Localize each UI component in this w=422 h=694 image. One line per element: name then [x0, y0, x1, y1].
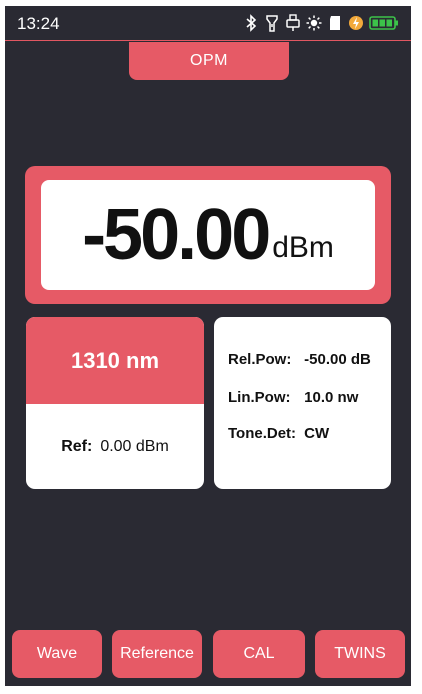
power-value: -50.00	[82, 195, 271, 275]
wavelength-panel[interactable]: 1310 nm Ref: 0.00 dBm	[26, 317, 204, 489]
tone-det-label: Tone.Det:	[228, 425, 297, 442]
rel-pow-value: -50.00 dB	[304, 351, 371, 368]
reference-readout: Ref: 0.00 dBm	[26, 404, 204, 489]
flashlight-icon	[266, 15, 278, 32]
rel-pow-label: Rel.Pow:	[228, 351, 292, 368]
sd-card-icon	[330, 16, 340, 30]
cal-button[interactable]: CAL	[213, 630, 305, 678]
wavelength-value: 1310 nm	[26, 317, 204, 404]
sun-icon	[306, 15, 322, 31]
lin-pow-value: 10.0 nw	[304, 389, 359, 406]
tab-opm[interactable]: OPM	[129, 42, 289, 80]
measurement-info-panel: Rel.Pow: -50.00 dB Lin.Pow: 10.0 nw Tone…	[214, 317, 391, 489]
device-screen: 13:24 OPM -50.00 dBm 1310 nm Ref: 0.00 d…	[5, 6, 411, 686]
reference-value: 0.00 dBm	[100, 437, 169, 455]
bluetooth-icon	[246, 14, 257, 32]
reference-label: Ref:	[61, 437, 93, 455]
lin-pow-label: Lin.Pow:	[228, 389, 291, 406]
battery-icon	[369, 16, 398, 30]
twins-button[interactable]: TWINS	[315, 630, 405, 678]
status-bar: 13:24	[5, 6, 411, 41]
lin-pow-row: Lin.Pow: 10.0 nw	[228, 389, 358, 406]
power-unit: dBm	[272, 231, 334, 264]
power-readout-panel: -50.00 dBm	[25, 166, 391, 304]
wave-button[interactable]: Wave	[12, 630, 102, 678]
charging-icon	[349, 16, 363, 30]
rel-pow-row: Rel.Pow: -50.00 dB	[228, 351, 371, 368]
tone-det-value: CW	[304, 425, 330, 442]
clock: 13:24	[17, 14, 60, 33]
usb-icon	[286, 14, 300, 31]
tone-det-row: Tone.Det: CW	[228, 425, 329, 442]
reference-button[interactable]: Reference	[112, 630, 202, 678]
status-icons	[243, 13, 399, 33]
power-readout: -50.00 dBm	[41, 180, 375, 290]
